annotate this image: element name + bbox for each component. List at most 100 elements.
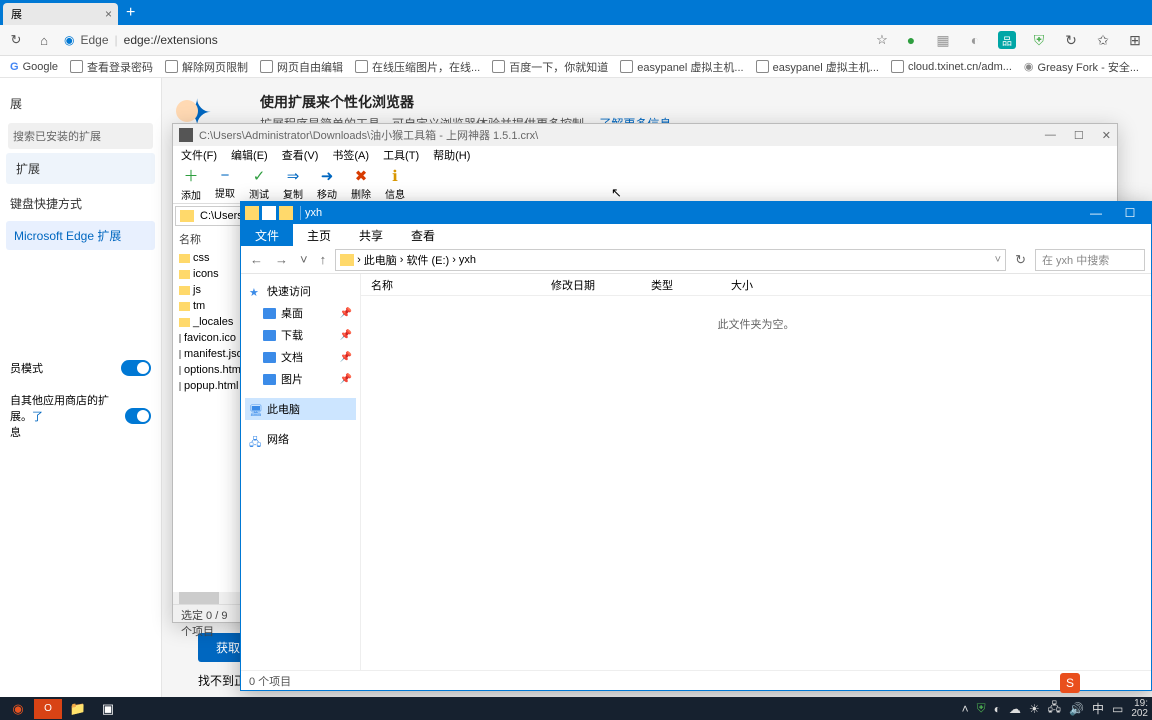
bookmark-item[interactable]: GGoogle (10, 61, 58, 73)
menu-help[interactable]: 帮助(H) (433, 147, 470, 163)
column-header-name[interactable]: 名称 (173, 228, 240, 250)
bookmark-item[interactable]: 查看登录密码 (70, 59, 153, 75)
menu-edit[interactable]: 编辑(E) (231, 147, 268, 163)
new-tab-button[interactable]: + (126, 4, 135, 22)
archive-tb-移动[interactable]: ➜移动 (317, 167, 337, 201)
archive-item[interactable]: icons (173, 266, 240, 282)
search-extensions-input[interactable]: 搜索已安装的扩展 (8, 123, 153, 149)
toggle-switch[interactable] (121, 360, 151, 376)
minimize-icon[interactable]: — (1045, 129, 1056, 142)
taskbar-app-explorer[interactable]: 📁 (64, 699, 92, 719)
breadcrumb-item[interactable]: yxh (459, 254, 476, 266)
bookmark-item[interactable]: ◉Greasy Fork - 安全... (1024, 59, 1139, 75)
archive-tb-删除[interactable]: ✖删除 (351, 167, 371, 201)
col-type[interactable]: 类型 (641, 277, 721, 293)
refresh-icon[interactable]: ↻ (8, 32, 24, 48)
tray-icon[interactable]: ˄ (962, 702, 969, 716)
tab-file[interactable]: 文件 (241, 224, 293, 246)
nav-quick-access[interactable]: ★快速访问 (245, 280, 356, 302)
archive-titlebar[interactable]: C:\Users\Administrator\Downloads\油小猴工具箱 … (173, 124, 1117, 146)
bookmark-item[interactable]: 在线压缩图片，在线... (355, 59, 480, 75)
address-bar[interactable]: ◉ Edge | edge://extensions (64, 33, 862, 47)
breadcrumb-item[interactable]: 软件 (E:) (406, 252, 449, 268)
taskbar-app[interactable]: O (34, 699, 62, 719)
breadcrumb-item[interactable]: 此电脑 (364, 252, 397, 268)
archive-item[interactable]: _locales (173, 314, 240, 330)
forward-icon[interactable]: → (272, 252, 291, 267)
tray-icon[interactable]: ⛨ (977, 701, 986, 716)
collections-icon[interactable]: ⊞ (1126, 31, 1144, 49)
breadcrumb[interactable]: › 此电脑 › 软件 (E:) › yxh ˅ (335, 249, 1006, 271)
tray-icon[interactable]: ▭ (1112, 702, 1123, 716)
archive-item[interactable]: manifest.json (173, 346, 240, 362)
star-icon[interactable]: ☆ (874, 32, 890, 48)
ime-icon[interactable]: 中 (1092, 700, 1104, 717)
col-date[interactable]: 修改日期 (541, 277, 641, 293)
refresh-icon[interactable]: ↻ (1012, 252, 1029, 268)
volume-icon[interactable]: 🔊 (1069, 702, 1084, 716)
explorer-search[interactable]: 在 yxh 中搜索 (1035, 249, 1145, 271)
archive-item[interactable]: css (173, 250, 240, 266)
start-button[interactable]: ◉ (4, 699, 32, 719)
archive-item[interactable]: favicon.ico (173, 330, 240, 346)
ime-badge[interactable]: S (1060, 673, 1080, 693)
tray-icon[interactable]: ☁ (1009, 702, 1021, 716)
taskbar-app[interactable]: ▣ (94, 699, 122, 719)
archive-item[interactable]: tm (173, 298, 240, 314)
archive-tb-添加[interactable]: ＋添加 (181, 165, 201, 202)
bookmark-item[interactable]: 解除网页限制 (165, 59, 248, 75)
menu-tools[interactable]: 工具(T) (383, 147, 419, 163)
clock-time[interactable]: 19: (1131, 699, 1148, 709)
favorites-icon[interactable]: ✩ (1094, 31, 1112, 49)
chevron-down-icon[interactable]: ˅ (297, 252, 311, 267)
col-name[interactable]: 名称 (361, 277, 541, 293)
archive-tb-测试[interactable]: ✓测试 (249, 167, 269, 201)
learn-link[interactable]: 了 (32, 411, 43, 423)
shield-icon[interactable]: ⛨ (1030, 31, 1048, 49)
nav-item[interactable]: 下载📌 (245, 324, 356, 346)
archive-tb-复制[interactable]: ⇒复制 (283, 167, 303, 201)
tab-home[interactable]: 主页 (293, 224, 345, 246)
tray-icon[interactable]: ◐ (994, 702, 1001, 716)
archive-item[interactable]: options.html (173, 362, 240, 378)
bookmark-item[interactable]: 百度一下，你就知道 (492, 59, 608, 75)
ext2-icon[interactable]: ▦ (934, 31, 952, 49)
nav-item[interactable]: 桌面📌 (245, 302, 356, 324)
nav-this-pc[interactable]: 🖥此电脑 (245, 398, 356, 420)
maximize-icon[interactable]: ☐ (1113, 206, 1147, 220)
bookmark-item[interactable]: easypanel 虚拟主机... (756, 59, 879, 75)
col-size[interactable]: 大小 (721, 277, 781, 293)
menu-view[interactable]: 查看(V) (282, 147, 319, 163)
tray-icon[interactable]: ☀ (1029, 702, 1040, 716)
bookmark-item[interactable]: easypanel 虚拟主机... (620, 59, 743, 75)
ext3-icon[interactable]: ◐ (966, 31, 984, 49)
ext1-icon[interactable]: ● (902, 31, 920, 49)
tab-view[interactable]: 查看 (397, 224, 449, 246)
archive-tb-提取[interactable]: −提取 (215, 167, 235, 200)
toggle-switch[interactable] (125, 408, 151, 424)
scrollbar[interactable] (173, 592, 241, 604)
up-icon[interactable]: ↑ (317, 252, 330, 267)
browser-tab[interactable]: 展 × (3, 3, 118, 25)
sidebar-item-edge-extensions[interactable]: Microsoft Edge 扩展 (6, 221, 155, 250)
nav-network[interactable]: 🖧网络 (245, 428, 356, 450)
menu-file[interactable]: 文件(F) (181, 147, 217, 163)
nav-item[interactable]: 图片📌 (245, 368, 356, 390)
sidebar-item-shortcuts[interactable]: 键盘快捷方式 (0, 188, 161, 219)
minimize-icon[interactable]: — (1079, 206, 1113, 220)
nav-item[interactable]: 文档📌 (245, 346, 356, 368)
sidebar-item-extensions[interactable]: 扩展 (6, 153, 155, 184)
archive-item[interactable]: js (173, 282, 240, 298)
bookmark-item[interactable]: 网页自由编辑 (260, 59, 343, 75)
menu-bookmark[interactable]: 书签(A) (332, 147, 369, 163)
close-icon[interactable]: ✕ (1102, 129, 1111, 142)
home-icon[interactable]: ⌂ (36, 32, 52, 48)
ext4-icon[interactable]: 品 (998, 31, 1016, 49)
maximize-icon[interactable]: ☐ (1074, 129, 1084, 142)
archive-tb-信息[interactable]: ℹ信息 (385, 167, 405, 201)
network-icon[interactable]: 🖧 (1048, 698, 1061, 719)
tab-share[interactable]: 共享 (345, 224, 397, 246)
archive-item[interactable]: popup.html (173, 378, 240, 394)
explorer-titlebar[interactable]: yxh — ☐ (241, 202, 1151, 224)
back-icon[interactable]: ← (247, 252, 266, 267)
